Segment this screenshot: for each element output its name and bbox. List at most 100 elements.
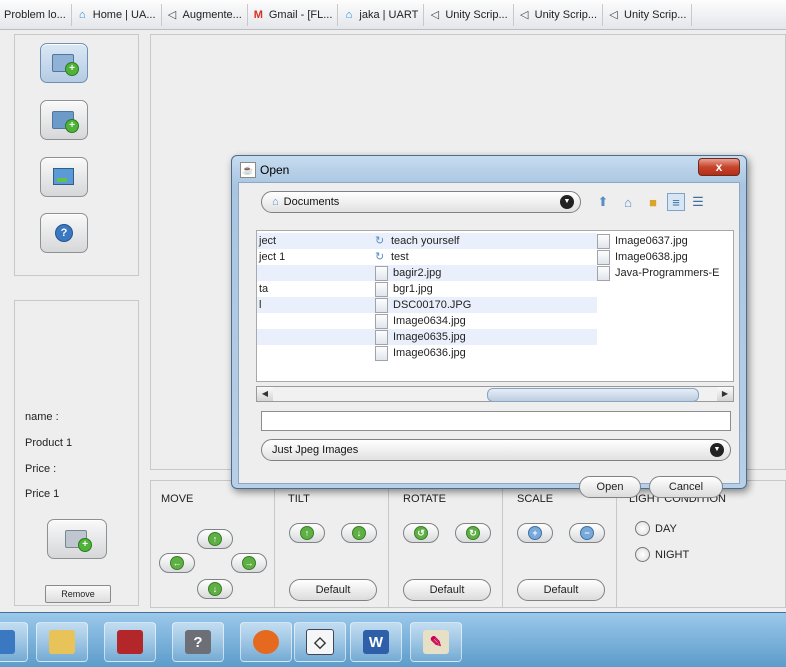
file-list-item[interactable]: ↻ teach yourself	[375, 233, 459, 249]
bookmark-label: Augmente...	[182, 8, 242, 21]
arrow-up-icon: ↑	[300, 526, 314, 540]
arrow-right-icon: →	[242, 556, 256, 570]
move-group: MOVE ↑ ← → ↓	[151, 481, 275, 607]
list-view-icon: ≡	[672, 194, 680, 210]
tilt-label: TILT	[288, 493, 310, 505]
bookmark-item[interactable]: ◁ Unity Scrip...	[603, 3, 693, 26]
help-button[interactable]: ?	[40, 213, 88, 253]
arrow-left-icon: ←	[170, 556, 184, 570]
rotate-default-button[interactable]: Default	[403, 579, 491, 601]
file-name: Java-Programmers-E	[615, 267, 720, 279]
file-list-item[interactable]: DSC00170.JPG	[375, 297, 471, 313]
unity-icon: ◇	[306, 629, 334, 655]
file-list-item[interactable]: ↻ test	[375, 249, 409, 265]
file-icon	[597, 265, 610, 281]
scroll-left-icon[interactable]: ◀	[257, 387, 273, 401]
folder-icon	[49, 630, 75, 654]
day-radio[interactable]	[635, 521, 650, 536]
file-name: Image0636.jpg	[393, 347, 466, 359]
file-list-item[interactable]: ject 1	[259, 249, 285, 265]
move-left-button[interactable]: ←	[159, 553, 195, 573]
file-type-combo[interactable]: Just Jpeg Images ▼	[261, 439, 731, 461]
file-name: ta	[259, 283, 269, 295]
picture-icon	[51, 166, 77, 188]
dialog-close-button[interactable]: x	[698, 158, 740, 176]
taskbar-item-firefox[interactable]	[240, 622, 292, 662]
bookmark-item[interactable]: M Gmail - [FL...	[248, 3, 339, 26]
up-folder-button[interactable]: ⬆	[594, 193, 612, 211]
cart-add-icon: +	[64, 528, 92, 552]
add-camera-image-button[interactable]: +	[40, 43, 88, 83]
taskbar-item-word[interactable]: W	[350, 622, 402, 662]
remove-button[interactable]: Remove	[45, 585, 111, 603]
night-label: NIGHT	[655, 548, 690, 561]
day-option[interactable]: DAY	[635, 521, 677, 536]
file-list-item[interactable]: Image0635.jpg	[375, 329, 466, 345]
zoom-in-button[interactable]: +	[517, 523, 553, 543]
file-name: ject	[259, 235, 277, 247]
new-folder-button[interactable]: ■	[644, 193, 662, 211]
unity-icon: ◁	[167, 9, 177, 21]
open-button[interactable]: Open	[579, 476, 641, 498]
tilt-up-button[interactable]: ↑	[289, 523, 325, 543]
rotate-right-button[interactable]: ↻	[455, 523, 491, 543]
rotate-left-button[interactable]: ↺	[403, 523, 439, 543]
file-list-item[interactable]: Java-Programmers-E	[597, 265, 720, 281]
file-list-item[interactable]: l	[259, 297, 261, 313]
bookmark-item[interactable]: ◁ Unity Scrip...	[424, 3, 514, 26]
bookmark-item[interactable]: ⌂ jaka | UART	[338, 3, 425, 26]
horizontal-scrollbar[interactable]: ◀ ▶	[256, 386, 734, 402]
scroll-right-icon[interactable]: ▶	[717, 387, 733, 401]
file-list-item[interactable]: Image0638.jpg	[597, 249, 688, 265]
rotate-cw-icon: ↻	[466, 526, 480, 540]
taskbar-item-media[interactable]	[104, 622, 156, 662]
details-view-button[interactable]: ☰	[689, 193, 707, 211]
bookmarks-bar: Problem lo... ⌂ Home | UA... ◁ Augmente... M G…	[0, 0, 786, 30]
bookmark-item[interactable]: ⌂ Home | UA...	[72, 3, 162, 26]
home-icon: ⌂	[624, 194, 632, 210]
file-list-item[interactable]: bgr1.jpg	[375, 281, 433, 297]
file-list-item[interactable]: Image0634.jpg	[375, 313, 466, 329]
cancel-button[interactable]: Cancel	[649, 476, 723, 498]
file-name: bagir2.jpg	[393, 267, 442, 279]
move-up-button[interactable]: ↑	[197, 529, 233, 549]
zoom-out-button[interactable]: −	[569, 523, 605, 543]
taskbar-item-help[interactable]: ?	[172, 622, 224, 662]
scroll-thumb[interactable]	[487, 388, 699, 402]
taskbar-item-paint[interactable]: ✎	[410, 622, 462, 662]
file-list-item[interactable]: ta	[259, 281, 268, 297]
move-down-button[interactable]: ↓	[197, 579, 233, 599]
home-icon: ⌂	[345, 8, 353, 21]
dialog-body: ⌂ Documents ▼ ⬆ ⌂ ■ ≡ ☰ ject ject 1 ta l ↻ t…	[238, 182, 740, 498]
taskbar-item-app[interactable]	[0, 622, 28, 662]
file-name: DSC00170.JPG	[393, 299, 472, 311]
scale-default-button[interactable]: Default	[517, 579, 605, 601]
file-name-input[interactable]	[261, 411, 731, 431]
move-right-button[interactable]: →	[231, 553, 267, 573]
screenshot-button[interactable]	[40, 157, 88, 197]
list-view-button[interactable]: ≡	[667, 193, 685, 211]
tilt-down-button[interactable]: ↓	[341, 523, 377, 543]
home-button[interactable]: ⌂	[619, 193, 637, 211]
taskbar-item-unity[interactable]: ◇	[294, 622, 346, 662]
look-in-combo[interactable]: ⌂ Documents ▼	[261, 191, 581, 213]
add-object-button[interactable]: +	[40, 100, 88, 140]
file-name: ject 1	[259, 251, 286, 263]
bookmark-item[interactable]: ◁ Augmente...	[162, 3, 248, 26]
night-radio[interactable]	[635, 547, 650, 562]
zoom-in-icon: +	[528, 526, 542, 540]
taskbar-item-explorer[interactable]	[36, 622, 88, 662]
bookmark-item[interactable]: ◁ Unity Scrip...	[514, 3, 604, 26]
file-name: bgr1.jpg	[393, 283, 433, 295]
add-to-cart-button[interactable]: +	[47, 519, 107, 559]
file-list-item[interactable]: bagir2.jpg	[375, 265, 441, 281]
file-list-item[interactable]: Image0636.jpg	[375, 345, 466, 361]
details-view-icon: ☰	[692, 194, 704, 209]
bookmark-item[interactable]: Problem lo...	[0, 3, 72, 26]
night-option[interactable]: NIGHT	[635, 547, 689, 562]
home-icon: ⌂	[78, 8, 86, 21]
file-list-item[interactable]: ject	[259, 233, 276, 249]
tilt-default-button[interactable]: Default	[289, 579, 377, 601]
file-list[interactable]: ject ject 1 ta l ↻ teach yourself ↻ test bagir2…	[256, 230, 734, 382]
file-list-item[interactable]: Image0637.jpg	[597, 233, 688, 249]
